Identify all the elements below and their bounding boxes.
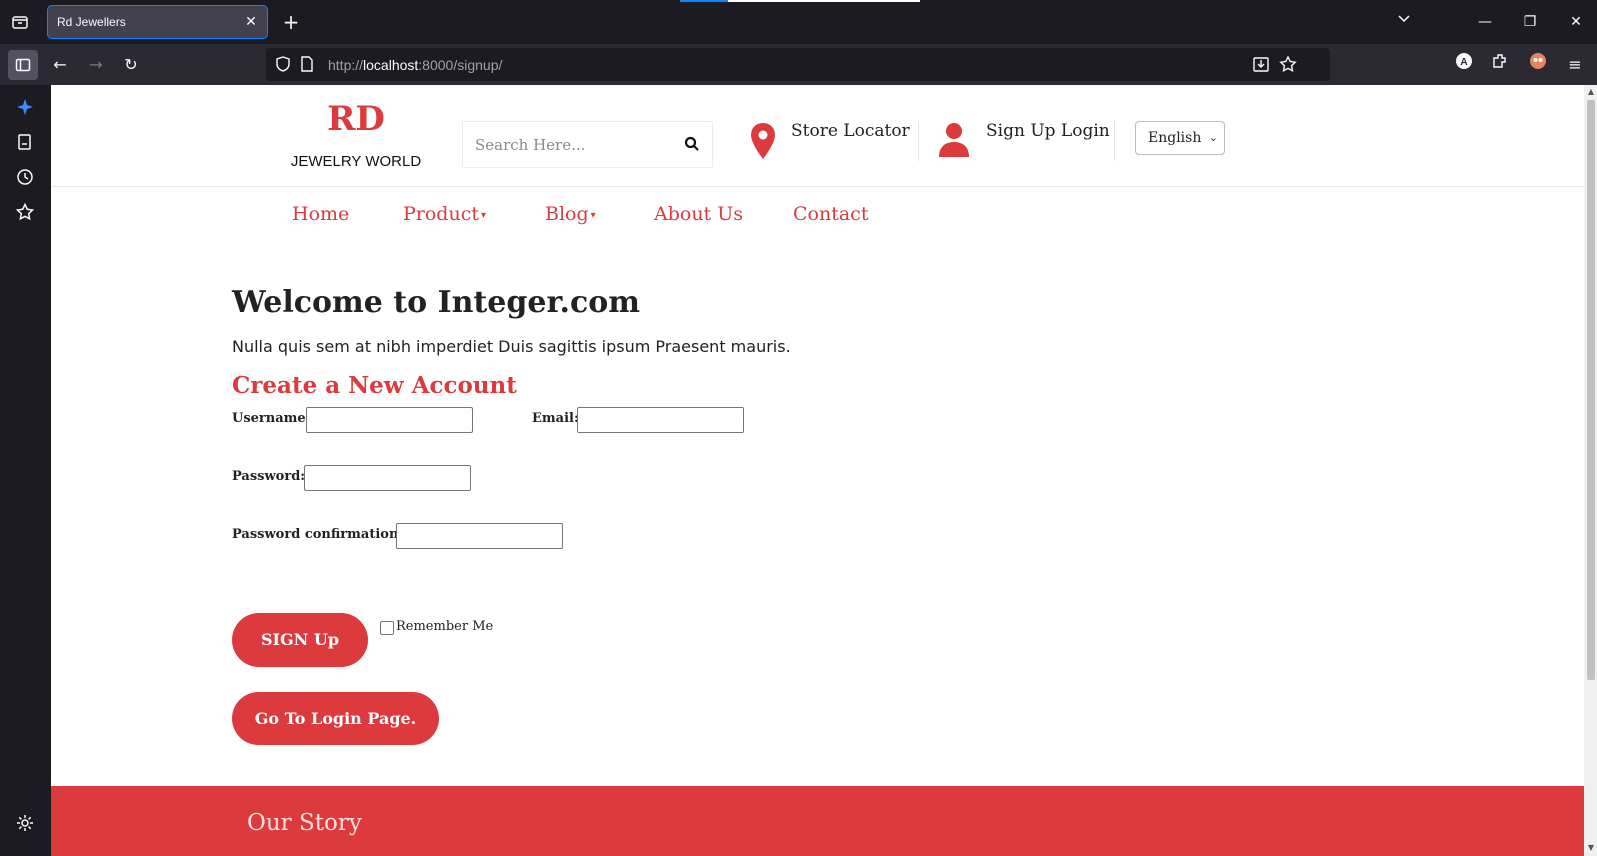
language-value: English [1148, 130, 1202, 146]
scroll-down-icon[interactable]: ▼ [1586, 843, 1596, 853]
chevron-down-icon: ⌄ [1208, 131, 1218, 144]
browser-sidebar [0, 85, 51, 856]
email-label: Email: [532, 411, 579, 426]
caret-down-icon: ▾ [590, 209, 596, 221]
language-select[interactable]: English ⌄ [1135, 121, 1225, 155]
search-icon[interactable] [684, 136, 702, 154]
page-scrollbar[interactable]: ▲ ▼ [1584, 85, 1597, 856]
browser-tab[interactable]: Rd Jewellers ✕ [47, 5, 268, 39]
sidebar-toggle-button[interactable] [8, 50, 38, 80]
menu-product[interactable]: Product ▾ [403, 203, 486, 225]
menu-hamburger-icon[interactable]: ≡ [1562, 52, 1588, 78]
password-confirm-label: Password confirmation: [232, 527, 404, 542]
profile-avatar-icon[interactable] [1525, 52, 1551, 78]
username-label: Username: [232, 411, 311, 426]
caret-down-icon: ▾ [480, 209, 487, 221]
web-page: RD JEWELRY WORLD Store Locator Sign Up L… [51, 85, 1584, 856]
map-pin-icon[interactable] [749, 122, 779, 160]
site-footer: Our Story [51, 786, 1584, 856]
username-field[interactable] [306, 407, 473, 433]
main-menu: Home Product ▾ Blog ▾ About Us Contact [51, 203, 1584, 233]
page-load-progress [680, 0, 920, 2]
address-bar[interactable]: http://localhost:8000/signup/ [266, 48, 1330, 81]
sparkle-ai-icon[interactable] [15, 97, 37, 119]
remember-me-label[interactable]: Remember Me [396, 619, 493, 634]
url-text[interactable]: http://localhost:8000/signup/ [328, 57, 502, 73]
tab-list-icon[interactable] [10, 12, 30, 32]
menu-home[interactable]: Home [292, 203, 349, 225]
header-divider [1114, 121, 1115, 161]
page-title: Welcome to Integer.com [232, 285, 640, 320]
email-field[interactable] [577, 407, 744, 433]
restore-icon[interactable]: ❐ [1518, 10, 1542, 34]
search-input[interactable] [475, 134, 675, 156]
extensions-icon[interactable] [1487, 52, 1513, 78]
menu-about[interactable]: About Us [654, 203, 743, 225]
intro-text: Nulla quis sem at nibh imperdiet Duis sa… [232, 337, 791, 356]
menu-blog[interactable]: Blog ▾ [545, 203, 596, 225]
tab-title: Rd Jewellers [57, 15, 126, 29]
site-header: RD JEWELRY WORLD Store Locator Sign Up L… [51, 85, 1584, 187]
settings-gear-icon[interactable] [15, 813, 37, 835]
new-tab-icon[interactable]: + [280, 11, 302, 33]
password-label: Password: [232, 469, 306, 484]
signup-login-link[interactable]: Sign Up Login [986, 121, 1110, 141]
scroll-up-icon[interactable]: ▲ [1586, 87, 1596, 97]
menu-product-label: Product [403, 203, 479, 225]
minimize-icon[interactable]: — [1473, 10, 1497, 34]
reload-icon[interactable]: ↻ [118, 52, 144, 78]
logo-tagline: JEWELRY WORLD [290, 153, 422, 170]
download-page-icon[interactable] [1252, 55, 1272, 75]
navigation-toolbar: ← → ↻ http://localhost:8000/signup/ A ≡ [0, 44, 1597, 85]
synced-tabs-icon[interactable] [15, 132, 37, 154]
store-locator-link[interactable]: Store Locator [791, 121, 910, 141]
bookmarks-star-icon[interactable] [15, 202, 37, 224]
shield-icon[interactable] [274, 55, 294, 75]
chevron-down-icon[interactable] [1392, 10, 1416, 34]
password-confirm-field[interactable] [396, 523, 563, 549]
svg-text:A: A [1460, 57, 1467, 68]
password-field[interactable] [304, 465, 471, 491]
page-icon [299, 55, 319, 75]
logo[interactable]: RD [301, 99, 411, 139]
footer-title: Our Story [247, 810, 362, 836]
bookmark-star-icon[interactable] [1279, 55, 1299, 75]
go-to-login-button[interactable]: Go To Login Page. [232, 692, 439, 745]
account-icon[interactable]: A [1451, 52, 1477, 78]
menu-contact[interactable]: Contact [793, 203, 868, 225]
user-icon[interactable] [938, 122, 972, 158]
history-clock-icon[interactable] [15, 167, 37, 189]
window-close-icon[interactable]: ✕ [1564, 10, 1588, 34]
menu-blog-label: Blog [545, 203, 589, 225]
close-icon[interactable]: ✕ [241, 12, 261, 32]
forward-arrow-icon[interactable]: → [83, 52, 109, 78]
tab-strip: Rd Jewellers ✕ + — ❐ ✕ [0, 0, 1597, 44]
scrollbar-thumb[interactable] [1587, 100, 1595, 680]
search-box [462, 121, 713, 168]
form-title: Create a New Account [232, 372, 517, 399]
remember-me-checkbox[interactable] [380, 621, 394, 635]
back-arrow-icon[interactable]: ← [47, 52, 73, 78]
signup-button[interactable]: SIGN Up [232, 613, 368, 667]
header-divider [918, 121, 919, 161]
